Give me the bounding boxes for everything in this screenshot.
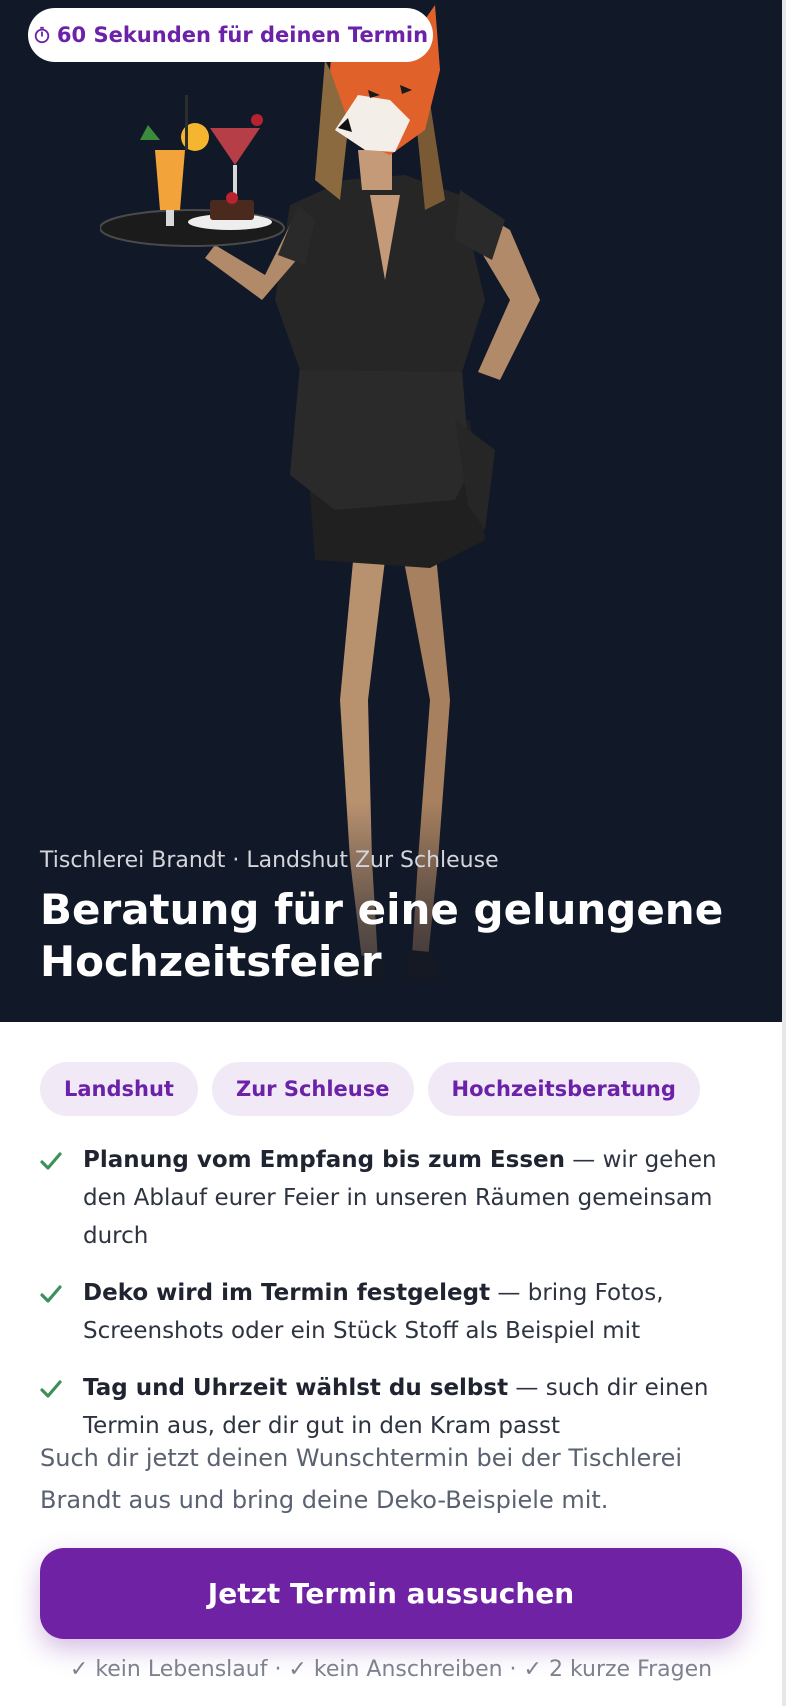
tag-service: Hochzeitsberatung	[427, 1062, 700, 1116]
check-icon	[40, 1380, 62, 1398]
benefit-heading: Planung vom Empfang bis zum Essen	[83, 1147, 565, 1173]
tag-city: Landshut	[40, 1062, 198, 1116]
benefit-list: Planung vom Empfang bis zum Essen — wir …	[40, 1141, 750, 1464]
time-badge-label: 60 Sekunden für deinen Termin	[56, 23, 429, 47]
benefit-heading: Deko wird im Termin festgelegt	[83, 1280, 491, 1306]
book-appointment-button[interactable]: Jetzt Termin aussuchen	[40, 1548, 742, 1639]
tag-list: Landshut Zur Schleuse Hochzeitsberatung	[40, 1062, 700, 1116]
time-badge: 60 Sekunden für deinen Termin	[28, 8, 433, 62]
benefit-heading: Tag und Uhrzeit wählst du selbst	[83, 1375, 509, 1401]
tag-location: Zur Schleuse	[211, 1062, 414, 1116]
page-title: Beratung für eine gelungene Hochzeitsfei…	[40, 885, 724, 986]
benefit-item: Planung vom Empfang bis zum Essen — wir …	[40, 1141, 750, 1255]
business-location: Tischlerei Brandt · Landshut Zur Schleus…	[40, 848, 499, 873]
benefit-item: Deko wird im Termin festgelegt — bring F…	[40, 1274, 750, 1350]
benefit-item: Tag und Uhrzeit wählst du selbst — such …	[40, 1369, 750, 1445]
cta-description: Such dir jetzt deinen Wunschtermin bei d…	[40, 1444, 683, 1514]
check-icon	[40, 1285, 62, 1303]
hero-section: 60 Sekunden für deinen Termin Tischlerei…	[0, 0, 782, 1022]
landing-page: 60 Sekunden für deinen Termin Tischlerei…	[0, 0, 782, 1706]
check-icon	[40, 1152, 62, 1170]
window-edge	[782, 0, 786, 1706]
requirements-note: ✓ kein Lebenslauf · ✓ kein Anschreiben ·…	[69, 1657, 713, 1682]
stopwatch-icon	[34, 26, 50, 44]
